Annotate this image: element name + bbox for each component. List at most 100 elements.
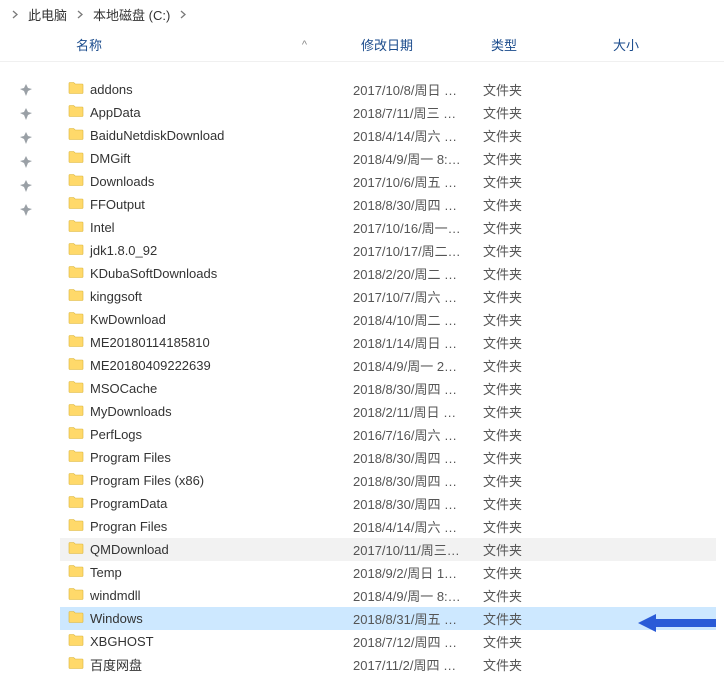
file-name-label: MyDownloads xyxy=(90,404,172,419)
file-name-label: KDubaSoftDownloads xyxy=(90,266,217,281)
table-row[interactable]: addons2017/10/8/周日 …文件夹 xyxy=(60,78,716,101)
file-name-label: Progran Files xyxy=(90,519,167,534)
cell-type: 文件夹 xyxy=(483,264,605,283)
cell-date: 2017/10/6/周五 … xyxy=(353,172,483,191)
cell-name: BaiduNetdiskDownload xyxy=(68,126,353,145)
column-header-name-label: 名称 xyxy=(76,35,102,54)
column-header-type[interactable]: 类型 xyxy=(483,29,605,60)
table-row[interactable]: Program Files (x86)2018/8/30/周四 …文件夹 xyxy=(60,469,716,492)
table-row[interactable]: ME201801141858102018/1/14/周日 …文件夹 xyxy=(60,331,716,354)
file-name-label: Downloads xyxy=(90,174,154,189)
cell-type: 文件夹 xyxy=(483,586,605,605)
cell-type: 文件夹 xyxy=(483,471,605,490)
table-row[interactable]: Intel2017/10/16/周一…文件夹 xyxy=(60,216,716,239)
cell-name: windmdll xyxy=(68,586,353,605)
cell-type: 文件夹 xyxy=(483,402,605,421)
folder-icon xyxy=(68,126,84,145)
cell-date: 2018/4/9/周一 8:… xyxy=(353,149,483,168)
file-name-label: MSOCache xyxy=(90,381,157,396)
breadcrumb-item[interactable]: 本地磁盘 (C:) xyxy=(89,3,174,26)
pin-icon[interactable] xyxy=(20,132,32,147)
table-row[interactable]: ProgramData2018/8/30/周四 …文件夹 xyxy=(60,492,716,515)
pin-icon[interactable] xyxy=(20,108,32,123)
table-row[interactable]: Program Files2018/8/30/周四 …文件夹 xyxy=(60,446,716,469)
cell-date: 2018/9/2/周日 1… xyxy=(353,563,483,582)
file-list[interactable]: addons 2017/10/8/周日 … 文件夹 AppData2018/7/11/… xyxy=(60,78,716,682)
folder-icon xyxy=(68,80,84,99)
file-name-label: jdk1.8.0_92 xyxy=(90,243,157,258)
table-row[interactable]: kinggsoft2017/10/7/周六 …文件夹 xyxy=(60,285,716,308)
cell-name: Downloads xyxy=(68,172,353,191)
folder-icon xyxy=(68,287,84,306)
table-row[interactable]: XBGHOST2018/7/12/周四 …文件夹 xyxy=(60,630,716,653)
cell-type: 文件夹 xyxy=(483,356,605,375)
table-row[interactable]: AppData2018/7/11/周三 …文件夹 xyxy=(60,101,716,124)
pin-icon[interactable] xyxy=(20,156,32,171)
folder-icon xyxy=(68,494,84,513)
column-header-size[interactable]: 大小 xyxy=(605,29,685,60)
cell-type: 文件夹 xyxy=(483,517,605,536)
folder-icon xyxy=(68,264,84,283)
cell-type: 文件夹 xyxy=(483,287,605,306)
column-header-name[interactable]: 名称 ^ xyxy=(68,29,353,60)
cell-date: 2016/7/16/周六 … xyxy=(353,425,483,444)
table-row[interactable]: QMDownload2017/10/11/周三…文件夹 xyxy=(60,538,716,561)
cell-date: 2017/10/8/周日 … xyxy=(353,80,483,99)
file-name-label: Temp xyxy=(90,565,122,580)
cell-name: FFOutput xyxy=(68,195,353,214)
sort-indicator-icon: ^ xyxy=(302,39,345,51)
table-row[interactable]: Temp2018/9/2/周日 1…文件夹 xyxy=(60,561,716,584)
folder-icon xyxy=(68,241,84,260)
column-header-row: 名称 ^ 修改日期 类型 大小 xyxy=(0,28,724,62)
table-row[interactable]: 百度网盘2017/11/2/周四 …文件夹 xyxy=(60,653,716,676)
cell-date: 2018/8/30/周四 … xyxy=(353,448,483,467)
breadcrumb[interactable]: 此电脑 本地磁盘 (C:) xyxy=(0,0,724,28)
cell-type: 文件夹 xyxy=(483,448,605,467)
cell-date: 2018/4/10/周二 … xyxy=(353,310,483,329)
table-row[interactable]: KDubaSoftDownloads 2018/2/20/周二 …文件夹 xyxy=(60,262,716,285)
table-row[interactable]: Progran Files 2018/4/14/周六 …文件夹 xyxy=(60,515,716,538)
column-header-date[interactable]: 修改日期 xyxy=(353,29,483,60)
cell-date: 2018/8/30/周四 … xyxy=(353,379,483,398)
folder-icon xyxy=(68,540,84,559)
cell-type: 文件夹 xyxy=(483,609,605,628)
file-name-label: BaiduNetdiskDownload xyxy=(90,128,224,143)
pin-icon[interactable] xyxy=(20,204,32,219)
table-row[interactable]: FFOutput2018/8/30/周四 …文件夹 xyxy=(60,193,716,216)
file-name-label: XBGHOST xyxy=(90,634,154,649)
table-row[interactable]: BaiduNetdiskDownload2018/4/14/周六 …文件夹 xyxy=(60,124,716,147)
table-row[interactable]: Downloads 2017/10/6/周五 …文件夹 xyxy=(60,170,716,193)
cell-date: 2018/8/30/周四 … xyxy=(353,195,483,214)
file-name-label: 百度网盘 xyxy=(90,655,142,674)
table-row[interactable]: ME201804092226392018/4/9/周一 2…文件夹 xyxy=(60,354,716,377)
folder-icon xyxy=(68,402,84,421)
cell-name: Program Files (x86) xyxy=(68,471,353,490)
cell-date: 2017/11/2/周四 … xyxy=(353,655,483,674)
pin-icon[interactable] xyxy=(20,84,32,99)
table-row[interactable]: PerfLogs2016/7/16/周六 …文件夹 xyxy=(60,423,716,446)
table-row[interactable]: MyDownloads2018/2/11/周日 …文件夹 xyxy=(60,400,716,423)
cell-name: kinggsoft xyxy=(68,287,353,306)
table-row[interactable]: jdk1.8.0_922017/10/17/周二…文件夹 xyxy=(60,239,716,262)
breadcrumb-item[interactable]: 此电脑 xyxy=(24,3,71,26)
folder-icon xyxy=(68,333,84,352)
table-row[interactable]: DMGift2018/4/9/周一 8:…文件夹 xyxy=(60,147,716,170)
cell-date: 2018/7/11/周三 … xyxy=(353,103,483,122)
cell-name: MyDownloads xyxy=(68,402,353,421)
cell-name: Windows xyxy=(68,609,353,628)
cell-date: 2018/4/9/周一 8:… xyxy=(353,586,483,605)
breadcrumb-sep-icon xyxy=(6,10,24,19)
table-row[interactable]: windmdll2018/4/9/周一 8:…文件夹 xyxy=(60,584,716,607)
pin-icon[interactable] xyxy=(20,180,32,195)
table-row[interactable]: MSOCache2018/8/30/周四 …文件夹 xyxy=(60,377,716,400)
cell-date: 2018/4/14/周六 … xyxy=(353,517,483,536)
cell-type: 文件夹 xyxy=(483,172,605,191)
file-name-label: addons xyxy=(90,82,133,97)
file-name-label: KwDownload xyxy=(90,312,166,327)
file-name-label: ProgramData xyxy=(90,496,167,511)
cell-type: 文件夹 xyxy=(483,310,605,329)
table-row[interactable]: KwDownload 2018/4/10/周二 …文件夹 xyxy=(60,308,716,331)
cell-name: Progran Files xyxy=(68,517,353,536)
table-row[interactable]: Windows2018/8/31/周五 …文件夹 xyxy=(60,607,716,630)
cell-date: 2018/2/20/周二 … xyxy=(353,264,483,283)
